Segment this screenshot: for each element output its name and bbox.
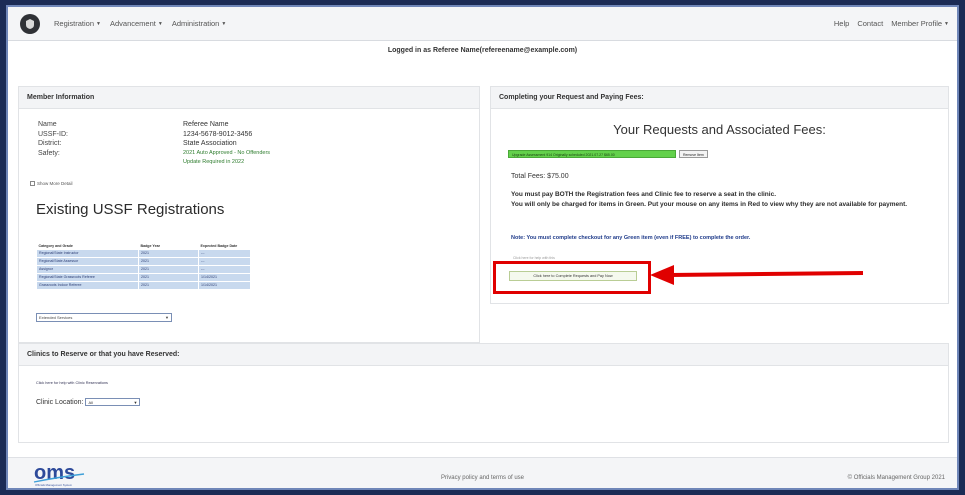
ussf-id-value: 1234-5678-9012-3456 [183,130,253,138]
fee-item-row: Upgrade Assessment 914 Originally schedu… [508,150,708,158]
safety-update-note: Update Required in 2022 [183,159,245,165]
table-row: Assignor 2021 --- [36,264,251,274]
clinic-location-select[interactable]: All ▼ [85,398,141,406]
total-fees: Total Fees: $75.00 [511,173,569,180]
district-label: District: [38,140,62,147]
fees-header: Completing your Request and Paying Fees: [491,87,948,109]
registration-select-value: Extended Services [39,315,73,320]
copyright: © Officials Management Group 2021 [847,475,945,481]
table-row: Grassroots Indoor Referee 2021 1/14/2021 [36,280,251,290]
fees-line-2: You will only be charged for items in Gr… [511,201,908,208]
table-cell: 2021 [138,256,199,266]
privacy-policy-link[interactable]: Privacy policy and terms of use [8,475,957,481]
ussf-id-label: USSF-ID: [38,130,68,138]
name-label: Name [38,121,57,128]
nav-administration[interactable]: Administration ▼ [172,19,226,28]
table-cell: Assignor [36,264,139,274]
safety-label: Safety: [38,149,60,157]
remove-item-button[interactable]: Remove Item [679,150,708,158]
app-frame: Registration ▼ Advancement ▼ Administratio… [6,5,959,490]
show-more-toggle[interactable]: Show More Detail [30,181,73,186]
show-more-label: Show More Detail [37,181,73,186]
table-header: Expected Badge Date [200,243,238,248]
nav-contact[interactable]: Contact [857,19,883,28]
table-header: Badge Year [140,243,161,248]
fees-title: Your Requests and Associated Fees: [613,122,826,137]
table-cell: 2021 [138,248,199,258]
table-cell: 2021 [138,272,199,282]
caret-down-icon: ▼ [221,20,227,27]
chevron-down-icon: ▼ [165,315,169,320]
oms-logo-subtitle: Officials Management System [35,483,73,487]
table-cell: 1/14/2021 [198,272,251,282]
footer: oms Officials Management System Privacy … [8,457,957,488]
safety-value: 2021 Auto Approved - No Offenders [183,149,271,156]
table-cell: --- [198,248,251,258]
fees-line-1: You must pay BOTH the Registration fees … [511,191,777,198]
caret-down-icon: ▼ [157,20,163,27]
table-row: Regional/State Instructor 2021 --- [36,248,251,258]
registrations-table: Category and Grade Badge Year Expected B… [36,223,251,290]
show-more-checkbox[interactable] [30,181,35,186]
red-arrow-icon [650,265,864,285]
table-cell: Grassroots Indoor Referee [36,280,139,290]
top-navbar: Registration ▼ Advancement ▼ Administratio… [8,7,957,41]
registration-select[interactable]: Extended Services ▼ [36,313,172,322]
name-value: Referee Name [183,121,229,128]
logo-icon[interactable] [20,13,40,34]
nav-member-profile[interactable]: Member Profile ▼ [891,19,949,28]
table-row: Regional/State Grassroots Referee 2021 1/1… [36,272,251,282]
caret-down-icon: ▼ [96,20,101,27]
fees-note: Note: You must complete checkout for any… [511,235,751,241]
table-cell: 2021 [138,280,199,290]
table-cell: Regional/State Grassroots Referee [36,272,139,282]
existing-registrations-title: Existing USSF Registrations [36,201,225,218]
clinic-location-value: All [88,400,93,405]
table-cell: 1/14/2021 [198,280,251,290]
table-cell: 2021 [138,264,199,274]
complete-requests-button[interactable]: Click here to Complete Requests and Pay … [509,271,637,281]
nav-advancement[interactable]: Advancement ▼ [110,19,163,28]
table-cell: --- [198,264,251,274]
table-cell: --- [198,256,251,266]
clinic-help-link[interactable]: Click here for help with Clinic Reservat… [36,381,108,385]
clinics-header: Clinics to Reserve or that you have Rese… [19,344,948,366]
district-value: State Association [183,140,237,147]
table-cell: Regional/State Assessor [36,256,139,266]
nav-registration[interactable]: Registration ▼ [54,19,101,28]
member-info-details: Name Referee Name USSF-ID: 1234-5678-9012-… [38,120,270,168]
clinic-location-label: Clinic Location: [36,398,84,406]
fee-item-green[interactable]: Upgrade Assessment 914 Originally schedu… [508,150,676,158]
fees-help-link[interactable]: Click here for help with this [513,256,555,260]
logged-in-status: Logged in as Referee Name(refereename@ex… [387,47,578,54]
table-row: Regional/State Assessor 2021 --- [36,256,251,266]
clinic-location: Clinic Location: All ▼ [36,398,141,406]
table-header: Category and Grade [38,243,73,248]
chevron-down-icon: ▼ [133,400,138,405]
clinics-panel: Clinics to Reserve or that you have Rese… [18,343,949,443]
member-info-header: Member Information [19,87,479,109]
nav-help[interactable]: Help [834,19,849,28]
table-cell: Regional/State Instructor [36,248,139,258]
fees-instructions: You must pay BOTH the Registration fees … [511,190,931,210]
caret-down-icon: ▼ [944,20,949,27]
